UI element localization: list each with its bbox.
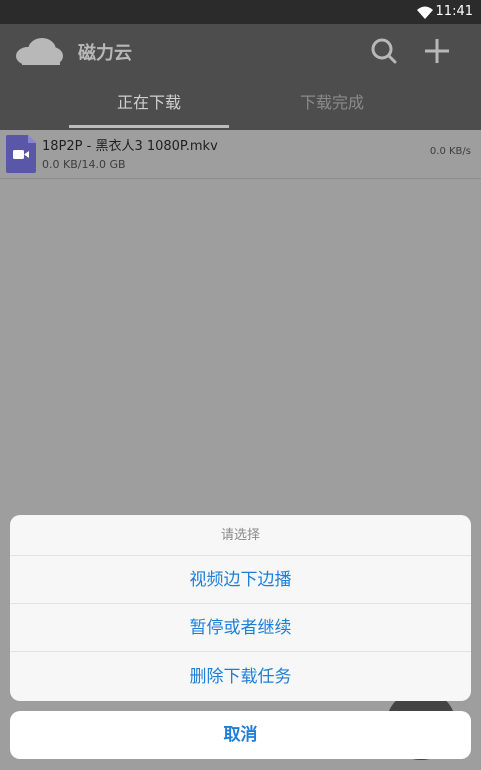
- pause-resume-option[interactable]: 暂停或者继续: [10, 604, 471, 652]
- tab-indicator: [69, 125, 229, 128]
- screen: 11:41 磁力云 正在下载 下载完成 18P2P - 黑衣人3 1080P.m…: [0, 0, 481, 770]
- tab-downloading[interactable]: 正在下载: [69, 78, 229, 128]
- action-sheet-title: 请选择: [10, 515, 471, 556]
- plus-icon: [420, 39, 454, 72]
- delete-task-option[interactable]: 删除下载任务: [10, 653, 471, 701]
- file-size: 0.0 KB/14.0 GB: [42, 158, 126, 171]
- search-button[interactable]: [367, 34, 401, 68]
- cloud-icon: [14, 36, 64, 70]
- action-sheet: 请选择 视频边下边播 暂停或者继续 删除下载任务: [10, 515, 471, 701]
- search-icon: [367, 38, 401, 72]
- download-list-item[interactable]: 18P2P - 黑衣人3 1080P.mkv 0.0 KB/14.0 GB 0.…: [0, 130, 481, 179]
- tab-completed[interactable]: 下载完成: [252, 78, 412, 128]
- app-bar: 磁力云 正在下载 下载完成: [0, 24, 481, 130]
- video-file-icon: [6, 135, 36, 177]
- app-title: 磁力云: [78, 43, 132, 64]
- play-while-downloading-option[interactable]: 视频边下边播: [10, 556, 471, 604]
- status-bar: 11:41: [0, 0, 481, 24]
- add-button[interactable]: [420, 34, 454, 68]
- file-name: 18P2P - 黑衣人3 1080P.mkv: [42, 139, 218, 154]
- cancel-button[interactable]: 取消: [10, 711, 471, 759]
- wifi-icon: [417, 5, 433, 24]
- download-speed: 0.0 KB/s: [429, 146, 471, 157]
- status-time: 11:41: [435, 4, 473, 19]
